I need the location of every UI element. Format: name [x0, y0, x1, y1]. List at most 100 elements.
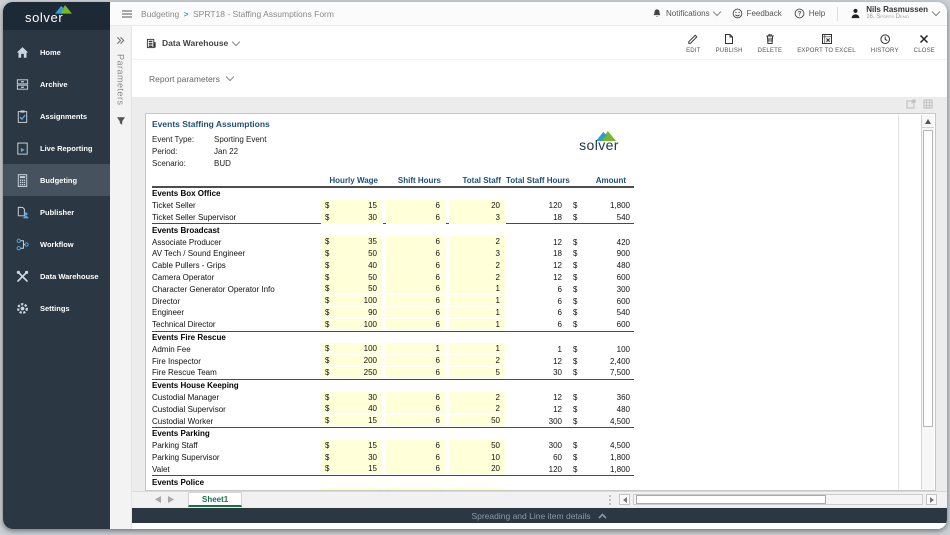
scroll-up-button[interactable]: [922, 115, 934, 128]
hourly-wage-cell[interactable]: $30: [321, 392, 383, 404]
notifications-button[interactable]: Notifications: [652, 8, 720, 19]
shift-hours-cell[interactable]: 6: [386, 440, 446, 452]
total-staff-cell[interactable]: 2: [449, 392, 506, 404]
scroll-left-button[interactable]: [619, 494, 630, 505]
user-menu[interactable]: Nils Rasmussen 16. Sports Demo: [850, 6, 939, 21]
total-staff-cell[interactable]: 2: [449, 272, 506, 284]
total-staff-cell[interactable]: 3: [449, 212, 506, 224]
close-button[interactable]: CLOSE: [914, 33, 935, 54]
shift-hours-cell[interactable]: 6: [386, 488, 446, 490]
edit-button[interactable]: EDIT: [686, 33, 700, 54]
publish-button[interactable]: PUBLISH: [716, 33, 743, 54]
shift-hours-cell[interactable]: 6: [386, 295, 446, 307]
hourly-wage-cell[interactable]: $100: [321, 319, 383, 331]
data-source-dropdown[interactable]: Data Warehouse: [146, 38, 239, 49]
hourly-wage-cell[interactable]: $100: [321, 295, 383, 307]
sidebar-item-data-warehouse[interactable]: Data Warehouse: [3, 260, 110, 292]
total-staff-cell[interactable]: 1: [449, 307, 506, 319]
hamburger-menu-icon[interactable]: [122, 10, 132, 18]
hourly-wage-cell[interactable]: $90: [321, 307, 383, 319]
filter-icon[interactable]: [116, 116, 126, 126]
shift-hours-cell[interactable]: 6: [386, 200, 446, 212]
sidebar-item-workflow[interactable]: Workflow: [3, 228, 110, 260]
shift-hours-cell[interactable]: 6: [386, 392, 446, 404]
total-staff-cell[interactable]: 10: [449, 452, 506, 464]
total-staff-cell[interactable]: 5: [449, 367, 506, 379]
total-staff-cell[interactable]: 1: [449, 283, 506, 295]
hourly-wage-cell[interactable]: $15: [321, 440, 383, 452]
hourly-wage-cell[interactable]: $50: [321, 272, 383, 284]
shift-hours-cell[interactable]: 6: [386, 236, 446, 248]
feedback-button[interactable]: Feedback: [732, 8, 782, 19]
sidebar-item-assignments[interactable]: Assignments: [3, 100, 110, 132]
hourly-wage-cell[interactable]: $15: [321, 463, 383, 475]
shift-hours-cell[interactable]: 6: [386, 307, 446, 319]
hourly-wage-cell[interactable]: $15: [321, 200, 383, 212]
total-staff-cell[interactable]: 2: [449, 236, 506, 248]
hourly-wage-cell[interactable]: $40: [321, 260, 383, 272]
spreading-details-bar[interactable]: Spreading and Line item details: [131, 508, 947, 523]
total-staff-cell[interactable]: 50: [449, 415, 506, 427]
total-staff-cell[interactable]: 1: [449, 295, 506, 307]
history-button[interactable]: HISTORY: [871, 33, 899, 54]
shift-hours-cell[interactable]: 6: [386, 452, 446, 464]
tab-prev-icon[interactable]: [155, 496, 161, 503]
shift-hours-cell[interactable]: 6: [386, 212, 446, 224]
shift-hours-cell[interactable]: 6: [386, 367, 446, 379]
shift-hours-cell[interactable]: 1: [386, 343, 446, 355]
total-staff-cell[interactable]: 1: [449, 319, 506, 331]
shift-hours-cell[interactable]: 6: [386, 283, 446, 295]
shift-hours-cell[interactable]: 6: [386, 355, 446, 367]
scrollbar-track[interactable]: [633, 494, 923, 505]
hourly-wage-cell[interactable]: $15: [321, 415, 383, 427]
shift-hours-cell[interactable]: 6: [386, 260, 446, 272]
export-to-excel-button[interactable]: EXPORT TO EXCEL: [797, 33, 856, 54]
sheet-tab-active[interactable]: Sheet1: [188, 492, 242, 507]
expand-panel-icon[interactable]: [116, 36, 125, 45]
scroll-right-button[interactable]: [926, 494, 937, 505]
scrollbar-thumb[interactable]: [923, 130, 933, 427]
sidebar-item-live-reporting[interactable]: Live Reporting: [3, 132, 110, 164]
total-staff-cell[interactable]: 20: [449, 200, 506, 212]
total-staff-cell[interactable]: 2: [449, 403, 506, 415]
total-staff-cell[interactable]: 20: [449, 463, 506, 475]
hourly-wage-cell[interactable]: $200: [321, 355, 383, 367]
total-staff-cell[interactable]: 1: [449, 343, 506, 355]
total-staff-cell[interactable]: 2: [449, 355, 506, 367]
sidebar-item-home[interactable]: Home: [3, 36, 110, 68]
scrollbar-thumb[interactable]: [636, 495, 826, 504]
hourly-wage-cell[interactable]: $250: [321, 367, 383, 379]
hourly-wage-cell[interactable]: $40: [321, 403, 383, 415]
hourly-wage-cell[interactable]: $50: [321, 248, 383, 260]
parameters-label[interactable]: Parameters: [116, 54, 126, 106]
shift-hours-cell[interactable]: 6: [386, 463, 446, 475]
total-staff-cell[interactable]: 3: [449, 248, 506, 260]
hourly-wage-cell[interactable]: $50: [321, 283, 383, 295]
hourly-wage-cell[interactable]: $30: [321, 452, 383, 464]
total-staff-cell[interactable]: 2: [449, 260, 506, 272]
shift-hours-cell[interactable]: 6: [386, 403, 446, 415]
hourly-wage-cell[interactable]: $35: [321, 236, 383, 248]
breadcrumb-section[interactable]: Budgeting: [141, 9, 179, 19]
shift-hours-cell[interactable]: 6: [386, 415, 446, 427]
vertical-scrollbar[interactable]: [921, 115, 934, 489]
shift-hours-cell[interactable]: 6: [386, 319, 446, 331]
tab-next-icon[interactable]: [168, 496, 174, 503]
help-button[interactable]: ? Help: [794, 8, 825, 19]
horizontal-scrollbar[interactable]: [609, 492, 947, 507]
grid-view-icon[interactable]: [923, 99, 933, 109]
sidebar-item-publisher[interactable]: Publisher: [3, 196, 110, 228]
shift-hours-cell[interactable]: 6: [386, 248, 446, 260]
hourly-wage-cell[interactable]: $30: [321, 212, 383, 224]
sidebar-item-archive[interactable]: Archive: [3, 68, 110, 100]
total-staff-cell[interactable]: 50: [449, 440, 506, 452]
sidebar-item-budgeting[interactable]: Budgeting: [3, 164, 110, 196]
sidebar-item-settings[interactable]: Settings: [3, 292, 110, 324]
shift-hours-cell[interactable]: 6: [386, 272, 446, 284]
report-parameters-toggle[interactable]: Report parameters: [131, 60, 947, 97]
hourly-wage-cell[interactable]: $100: [321, 343, 383, 355]
pop-out-icon[interactable]: [906, 99, 916, 109]
hourly-wage-cell[interactable]: $200: [321, 488, 383, 490]
delete-button[interactable]: DELETE: [758, 33, 783, 54]
total-staff-cell[interactable]: 10: [449, 488, 506, 490]
